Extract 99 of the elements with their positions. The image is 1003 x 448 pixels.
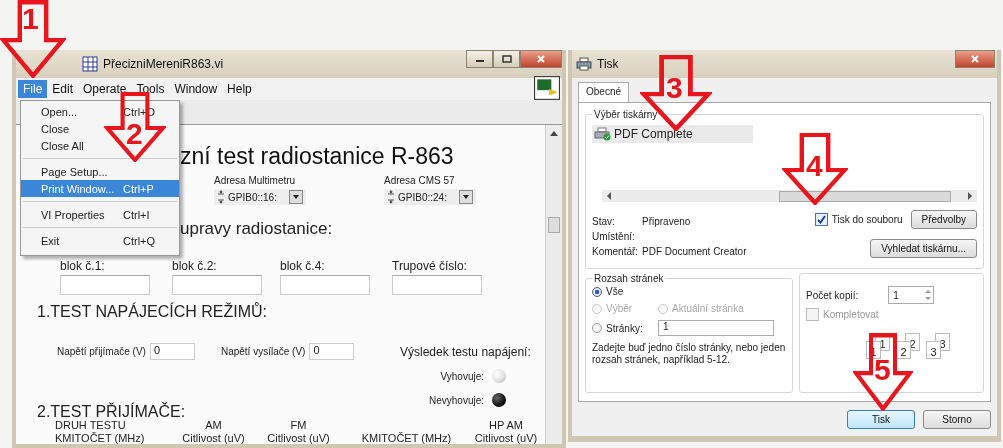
status-value: PDF Document Creator <box>642 246 747 257</box>
menu-item[interactable]: File <box>18 80 48 98</box>
panel-heading: zní test radiostanice R-863 <box>180 143 454 170</box>
printer-item[interactable]: PDF Complete <box>592 125 753 143</box>
text-field[interactable] <box>280 275 370 295</box>
text-field[interactable] <box>60 275 150 295</box>
find-printer-button[interactable]: Vyhledat tiskárnu... <box>870 239 977 258</box>
radio-button[interactable] <box>592 286 602 297</box>
printer-icon <box>594 127 612 141</box>
column-header: KMITOČET (MHz) <box>361 432 452 444</box>
checkbox-label: Tisk do souboru <box>831 214 903 225</box>
spin-arrows-icon <box>923 287 934 303</box>
column-header: FM <box>290 419 307 432</box>
close-button[interactable] <box>520 50 562 68</box>
radio-label: Stránky: <box>606 322 643 334</box>
field-label: blok č.4: <box>280 259 326 273</box>
step-number: 3 <box>666 73 683 103</box>
field-label: Počet kopií: <box>806 289 859 301</box>
field-label: Trupové číslo: <box>392 259 468 273</box>
field-label: blok č.1: <box>60 259 106 273</box>
menu-item[interactable]: Close <box>21 120 123 137</box>
menu-item[interactable]: Edit <box>47 80 79 98</box>
scroll-left-icon <box>606 192 612 200</box>
field-label: Adresa Multimetru <box>214 175 297 186</box>
radio-label: Aktuální stránka <box>672 303 744 314</box>
section-heading: 2.TEST PŘIJÍMAČE: <box>37 403 186 421</box>
step-number: 1 <box>22 4 39 34</box>
text-field[interactable] <box>392 275 482 295</box>
scroll-thumb[interactable] <box>548 217 560 233</box>
checkbox[interactable] <box>814 213 828 226</box>
field-label: Napětí přijímače (V) <box>57 346 146 357</box>
scroll-right-icon <box>967 192 973 200</box>
indicator-label: Vyhovuje: <box>440 370 484 382</box>
status-label: Stav: <box>592 216 616 227</box>
window-title: PřecizniMereniR863.vi <box>103 57 224 71</box>
hint-text: Zadejte buď jedno číslo stránky, nebo jeden rozsah stránek, například 5-12. <box>592 342 786 366</box>
pages-field[interactable]: 1 <box>658 320 774 336</box>
address-dropdown[interactable]: GPIB0::24: <box>384 189 476 205</box>
menu-item[interactable]: Operate <box>78 80 132 98</box>
fraction-icon <box>217 190 225 204</box>
window-title: Tisk <box>597 57 619 71</box>
column-header: Citlivost (uV) <box>474 432 538 444</box>
step-number: 4 <box>806 151 823 181</box>
column-header: HP AM <box>489 419 523 432</box>
indicator-label: Nevyhovuje: <box>428 394 484 406</box>
down-arrow <box>782 133 848 205</box>
field-label: Adresa CMS 57 <box>384 175 456 186</box>
menu-item[interactable]: Exit Ctrl+Q <box>21 232 156 249</box>
section-heading: 1.TEST NAPÁJECÍCH REŽIMŮ: <box>37 303 267 321</box>
minimize-button[interactable] <box>466 50 493 68</box>
checkbox-label: Kompletovat <box>823 309 879 320</box>
column-header: DRUH TESTU <box>55 419 126 432</box>
preferences-button[interactable]: Předvolby <box>910 210 977 229</box>
horizontal-scrollbar[interactable] <box>602 190 977 202</box>
dialog-button[interactable]: Tisk <box>847 410 915 429</box>
status-value: Připraveno <box>642 216 691 227</box>
column-header: KMITOČET (MHz) <box>55 432 145 444</box>
group-label: Rozsah stránek <box>593 273 665 284</box>
numeric-field[interactable]: 0 <box>309 343 355 360</box>
status-label: Umístění: <box>592 231 636 242</box>
section-heading: upravy radiostanice: <box>180 219 333 239</box>
copies-spinner[interactable]: 1 <box>888 286 935 304</box>
step-number: 2 <box>126 119 143 149</box>
close-button[interactable] <box>955 50 995 68</box>
menu-item[interactable]: Print Window... Ctrl+P <box>21 180 179 197</box>
vertical-scrollbar[interactable] <box>545 125 562 444</box>
maximize-button[interactable] <box>493 50 520 68</box>
scroll-up-icon <box>549 129 559 137</box>
result-label: Výsledek testu napájení: <box>400 345 531 359</box>
maximize-icon <box>501 55 512 63</box>
radio-label: Výběr <box>606 303 633 314</box>
page-number: 3 <box>926 341 941 359</box>
scroll-thumb[interactable] <box>778 190 951 202</box>
menu-item[interactable]: Page Setup... <box>21 163 123 180</box>
radio-button[interactable] <box>592 323 602 333</box>
field-label: Napětí vysílače (V) <box>220 346 306 357</box>
grid-icon <box>82 56 98 72</box>
close-icon <box>536 55 546 63</box>
radio-label: Vše <box>606 286 624 297</box>
numeric-field[interactable]: 0 <box>149 343 195 360</box>
tab[interactable]: Obecné <box>578 82 630 102</box>
field-label: blok č.2: <box>172 259 218 273</box>
menu-item[interactable]: Close All <box>21 137 123 154</box>
checkmark-icon <box>816 215 826 224</box>
column-header: Citlivost (uV) <box>182 432 245 444</box>
menu-item[interactable]: Window <box>169 80 223 98</box>
vi-icon <box>534 76 560 100</box>
column-header: AM <box>205 419 222 432</box>
address-dropdown[interactable]: GPIB0::16: <box>214 189 306 205</box>
text-field[interactable] <box>172 275 262 295</box>
status-label: Komentář: <box>592 246 640 257</box>
fraction-icon <box>387 190 395 204</box>
printer-icon <box>576 57 592 71</box>
dialog-button[interactable]: Storno <box>923 410 991 429</box>
menu-item[interactable]: Help <box>222 80 257 98</box>
menu-item[interactable]: VI Properties Ctrl+I <box>21 206 150 223</box>
close-icon <box>970 55 980 63</box>
column-header: Citlivost (uV) <box>267 432 330 444</box>
group-label: Výběr tiskárny <box>593 109 659 120</box>
